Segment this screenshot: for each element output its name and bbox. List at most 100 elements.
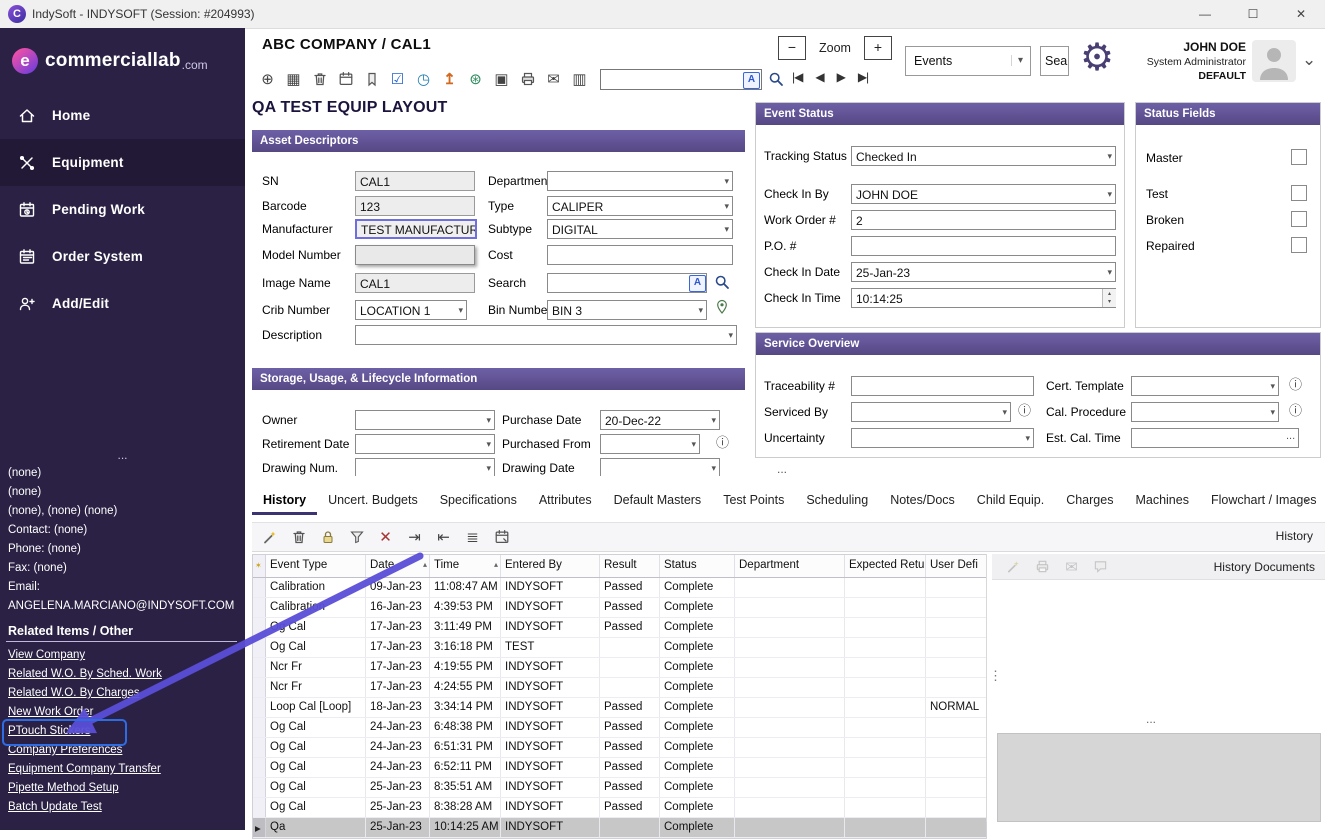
uncertainty-dropdown[interactable] <box>851 428 1034 448</box>
est-cal-time-ellipsis-button[interactable]: ... <box>1286 430 1295 442</box>
tab[interactable]: Scheduling <box>795 486 879 512</box>
related-link[interactable]: Related W.O. By Charges <box>8 684 140 703</box>
info-icon[interactable]: ⓘ <box>1018 404 1031 418</box>
column-header-result[interactable]: Result <box>600 555 660 577</box>
cost-field[interactable] <box>547 245 733 265</box>
broken-checkbox[interactable] <box>1291 211 1307 227</box>
tab[interactable]: Uncert. Budgets <box>317 486 429 512</box>
column-header-event-type[interactable]: Event Type <box>266 555 366 577</box>
info-icon[interactable]: ⓘ <box>716 436 729 450</box>
search-icon[interactable] <box>768 71 784 87</box>
tab[interactable]: Child Equip. <box>966 486 1055 512</box>
document-icon[interactable]: ▣ <box>492 70 511 89</box>
list-view-icon[interactable]: ≣ <box>463 528 482 547</box>
drawing-num-dropdown[interactable] <box>355 458 495 476</box>
repaired-checkbox[interactable] <box>1291 237 1307 253</box>
sn-field[interactable]: CAL1 <box>355 171 475 191</box>
tab[interactable]: Charges <box>1055 486 1124 512</box>
info-icon[interactable]: ⓘ <box>1289 404 1302 418</box>
related-link[interactable]: Equipment Company Transfer <box>8 760 161 779</box>
quick-search-input[interactable] <box>600 69 762 90</box>
delete-icon[interactable] <box>310 70 329 89</box>
mail-icon[interactable]: ✉ <box>544 70 563 89</box>
column-header-entered-by[interactable]: Entered By <box>501 555 600 577</box>
tabs-overflow-chevron-icon[interactable]: ⌄ <box>1300 488 1313 506</box>
check-in-time-field[interactable]: 10:14:25 <box>851 288 1116 308</box>
delete-icon[interactable] <box>289 528 308 547</box>
serviced-by-dropdown[interactable] <box>851 402 1011 422</box>
export-form-icon[interactable]: ▥ <box>570 70 589 89</box>
department-dropdown[interactable] <box>547 171 733 191</box>
panel-splitter[interactable] <box>986 554 991 822</box>
type-dropdown[interactable]: CALIPER <box>547 196 733 216</box>
mail-icon[interactable]: ✉ <box>1062 557 1081 576</box>
spinner-up-icon[interactable]: ▴ <box>1108 290 1111 298</box>
cert-template-dropdown[interactable] <box>1131 376 1279 396</box>
related-link[interactable]: View Company <box>8 646 85 665</box>
tab[interactable]: History <box>252 486 317 515</box>
column-header-date[interactable]: Date▴ <box>366 555 430 577</box>
column-header-status[interactable]: Status <box>660 555 735 577</box>
sidebar-item-home[interactable]: Home <box>0 92 245 139</box>
subtype-dropdown[interactable]: DIGITAL <box>547 219 733 239</box>
description-dropdown[interactable] <box>355 325 737 345</box>
column-header-user-defined[interactable]: User Defi <box>926 555 986 577</box>
search-field-a-icon[interactable]: A <box>689 275 706 292</box>
event-calendar-icon[interactable] <box>492 528 511 547</box>
bookmark-icon[interactable] <box>362 70 381 89</box>
tab[interactable]: Default Masters <box>603 486 713 512</box>
location-pin-icon[interactable] <box>714 299 730 315</box>
bin-number-dropdown[interactable]: BIN 3 <box>547 300 707 320</box>
barcode-field[interactable]: 123 <box>355 196 475 216</box>
est-cal-time-field[interactable] <box>1131 428 1299 448</box>
cal-procedure-dropdown[interactable] <box>1131 402 1279 422</box>
export-icon[interactable]: ⇤ <box>434 528 453 547</box>
add-record-icon[interactable]: ⊕ <box>258 70 277 89</box>
related-link[interactable]: PTouch Stickers <box>8 722 90 741</box>
tab[interactable]: Notes/Docs <box>879 486 966 512</box>
image-name-field[interactable]: CAL1 <box>355 273 475 293</box>
nav-first-button[interactable]: |◀ <box>792 70 802 84</box>
tab[interactable]: Specifications <box>429 486 528 512</box>
related-link[interactable]: Pipette Method Setup <box>8 779 119 798</box>
table-row[interactable]: Og Cal25-Jan-238:35:51 AMINDYSOFTPassedC… <box>253 778 986 798</box>
purchased-from-dropdown[interactable] <box>600 434 700 454</box>
traceability-field[interactable] <box>851 376 1034 396</box>
table-row[interactable]: Og Cal24-Jan-236:52:11 PMINDYSOFTPassedC… <box>253 758 986 778</box>
barcode-icon[interactable]: ▦ <box>284 70 303 89</box>
splitter-handle-icon[interactable]: ⋮ <box>989 668 1002 684</box>
search-field-a-icon[interactable]: A <box>743 72 760 89</box>
manufacturer-field[interactable]: TEST MANUFACTURER <box>355 219 477 239</box>
table-row[interactable]: ▸Qa25-Jan-2310:14:25 AMINDYSOFTComplete <box>253 818 986 838</box>
table-row[interactable]: Og Cal17-Jan-233:16:18 PMTESTComplete <box>253 638 986 658</box>
close-button[interactable]: ✕ <box>1277 0 1325 28</box>
minimize-button[interactable]: — <box>1181 0 1229 28</box>
column-header-time[interactable]: Time▴ <box>430 555 501 577</box>
asset-search-icon[interactable] <box>714 274 730 290</box>
test-checkbox[interactable] <box>1291 185 1307 201</box>
retirement-date-dropdown[interactable] <box>355 434 495 454</box>
table-row[interactable]: Ncr Fr17-Jan-234:24:55 PMINDYSOFTComplet… <box>253 678 986 698</box>
table-row[interactable]: Calibration09-Jan-2311:08:47 AMINDYSOFTP… <box>253 578 986 598</box>
tab[interactable]: Attributes <box>528 486 603 512</box>
nav-prev-button[interactable]: ◀ <box>815 70 823 84</box>
maximize-button[interactable]: ☐ <box>1229 0 1277 28</box>
master-checkbox[interactable] <box>1291 149 1307 165</box>
cancel-filter-icon[interactable]: ✕ <box>376 528 395 547</box>
table-row[interactable]: Og Cal24-Jan-236:51:31 PMINDYSOFTPassedC… <box>253 738 986 758</box>
work-order-field[interactable]: 2 <box>851 210 1116 230</box>
related-link[interactable]: New Work Order <box>8 703 93 722</box>
avatar[interactable] <box>1252 40 1296 82</box>
check-in-by-dropdown[interactable]: JOHN DOE <box>851 184 1116 204</box>
header-search-input[interactable]: Search <box>1040 46 1069 76</box>
import-icon[interactable]: ⇥ <box>405 528 424 547</box>
events-dropdown[interactable]: Events <box>905 46 1031 76</box>
crib-number-dropdown[interactable]: LOCATION 1 <box>355 300 467 320</box>
column-header-expected-return[interactable]: Expected Return <box>845 555 926 577</box>
table-row[interactable]: Og Cal17-Jan-233:11:49 PMINDYSOFTPassedC… <box>253 618 986 638</box>
model-number-field[interactable] <box>355 245 475 265</box>
asset-search-field[interactable] <box>547 273 707 293</box>
spinner-down-icon[interactable]: ▾ <box>1108 298 1111 306</box>
clock-icon[interactable]: ◷ <box>414 70 433 89</box>
related-link[interactable]: Batch Update Test <box>8 798 102 817</box>
